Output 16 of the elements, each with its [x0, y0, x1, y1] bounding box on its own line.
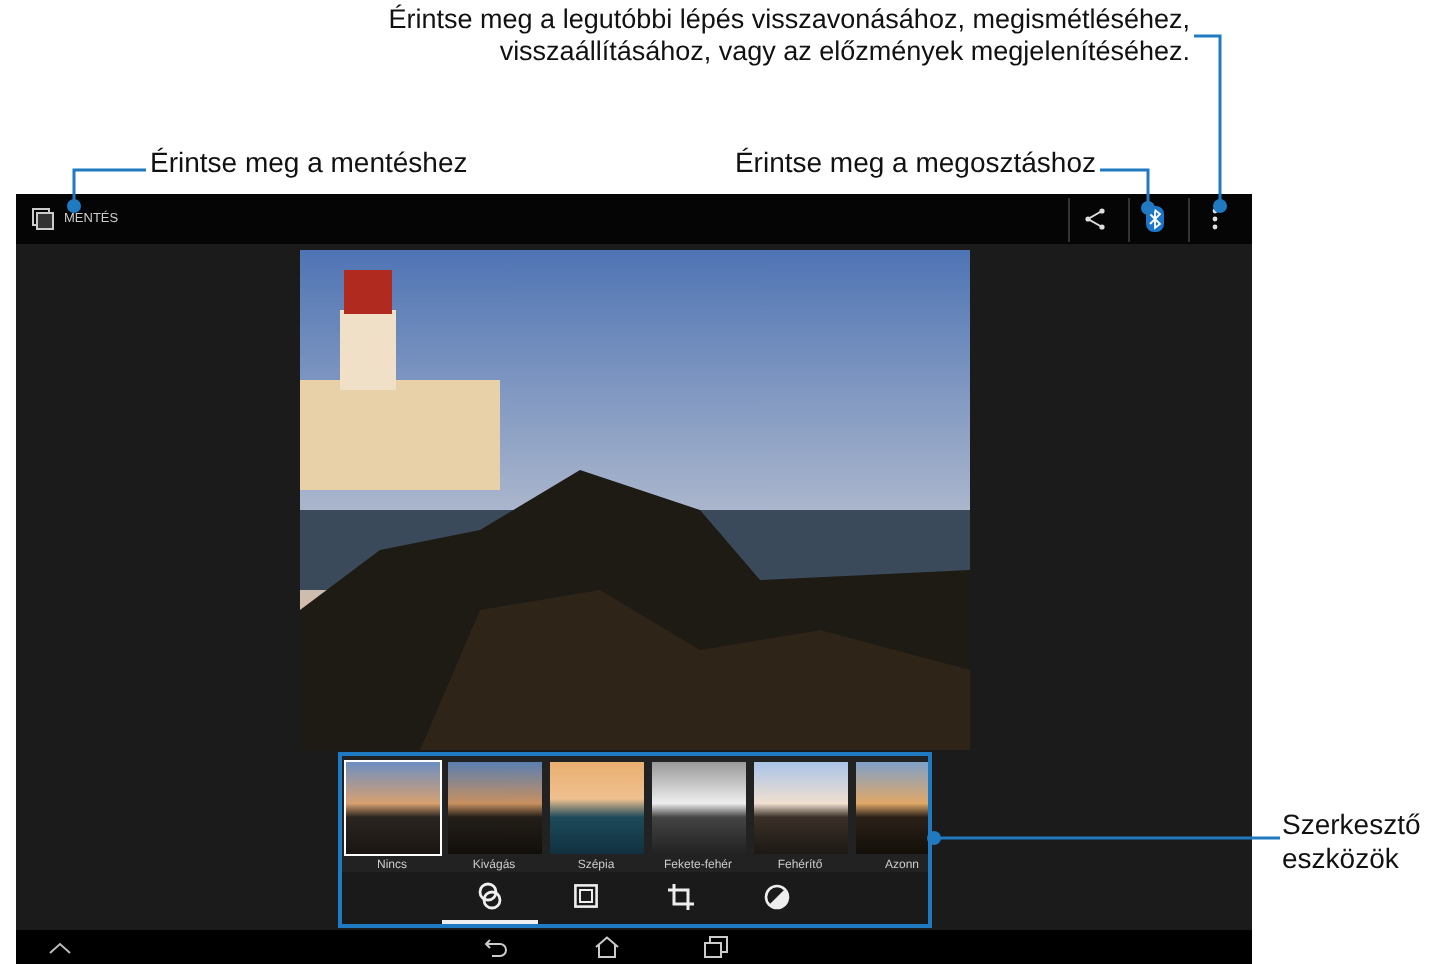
chevron-up-icon — [48, 941, 72, 953]
back-icon — [484, 937, 508, 957]
filters-icon — [475, 882, 503, 910]
recent-apps-icon — [704, 936, 728, 958]
crop-icon — [668, 883, 694, 909]
photos-icon — [32, 208, 54, 230]
frame-icon — [573, 884, 597, 908]
home-icon — [593, 936, 619, 958]
leader-line — [67, 168, 146, 213]
share-callout-text: Érintse meg a megosztáshoz — [734, 146, 1096, 178]
tools-callout-text: Szerkesztő eszközök — [1282, 808, 1421, 876]
leader-line — [1100, 168, 1155, 215]
save-callout-text: Érintse meg a mentéshez — [150, 146, 468, 178]
exposure-icon — [764, 883, 790, 909]
history-callout-text: Érintse meg a legutóbbi lépés visszavonásához, megismétléséhez, visszaállításához, vagy az előzmények megjelenítéséhez. — [388, 4, 1190, 68]
share-icon — [1084, 208, 1106, 230]
